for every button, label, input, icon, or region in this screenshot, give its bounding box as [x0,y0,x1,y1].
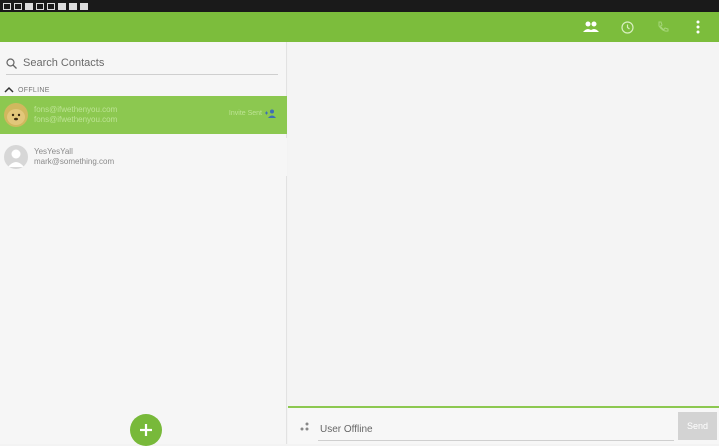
contacts-panel: OFFLINE fons@ifwethenyou.com fons@ifweth… [0,42,287,446]
more-icon[interactable] [690,12,706,42]
history-icon[interactable] [616,12,638,42]
send-button[interactable]: Send [678,412,717,440]
doge-avatar-icon [4,103,28,127]
invite-status: Invite Sent [229,109,277,118]
add-contact-button[interactable] [130,414,162,446]
notification-icon [3,2,11,10]
chat-panel: Send [288,42,719,444]
contact-row[interactable]: fons@ifwethenyou.com fons@ifwethenyou.co… [0,96,287,134]
chevron-up-icon [4,86,14,93]
contact-row[interactable]: YesYesYall mark@something.com [0,138,287,176]
message-input-bar: Send [288,406,719,444]
offline-section-header[interactable]: OFFLINE [4,84,50,96]
calendar-icon [14,2,22,10]
contact-email: mark@something.com [34,157,115,166]
message-input[interactable] [318,418,674,441]
search-bar[interactable] [6,52,278,75]
app-icon [47,2,55,10]
app-toolbar [0,12,719,42]
invite-person-icon [265,109,276,118]
search-icon [6,57,17,69]
section-label: OFFLINE [18,86,50,94]
contacts-icon[interactable] [580,12,602,42]
contact-email: fons@ifwethenyou.com [34,115,118,124]
status-bar [0,0,719,12]
call-icon[interactable] [652,12,674,42]
play-icon [58,2,66,10]
invite-status-label: Invite Sent [228,110,262,117]
media-icon [80,2,88,10]
image-icon [36,2,44,10]
download-icon [25,2,33,10]
contact-name: YesYesYall [34,147,73,156]
plus-icon [140,424,152,436]
search-input[interactable] [21,56,265,70]
check-icon [69,2,77,10]
message-area [288,42,719,406]
default-avatar-icon [4,145,28,169]
contact-name: fons@ifwethenyou.com [34,105,118,114]
attach-icon[interactable] [300,422,310,432]
